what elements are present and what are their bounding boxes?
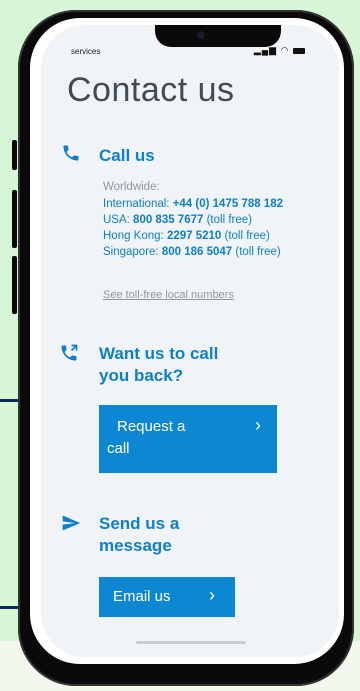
message-heading: Send us a message [99, 513, 179, 557]
chevron-right-icon: › [209, 585, 215, 605]
message-heading-line1: Send us a [99, 514, 180, 533]
message-heading-line2: message [99, 536, 172, 555]
phone-line-usa: USA: 800 835 7677 (toll free) [103, 213, 252, 228]
notch [155, 25, 281, 47]
callback-heading: Want us to call you back? [99, 343, 218, 387]
phone-line-prefix: International: [103, 198, 173, 210]
worldwide-label: Worldwide: [103, 181, 160, 193]
paper-plane-icon [61, 513, 81, 538]
email-us-label: Email us [113, 588, 171, 605]
phone-side-button [12, 256, 17, 314]
callback-heading-line2: you back? [99, 366, 184, 385]
phone-line-suffix: (toll free) [203, 214, 252, 226]
phone-number-hongkong[interactable]: 2297 5210 [167, 230, 221, 242]
phone-number-international[interactable]: +44 (0) 1475 788 182 [173, 198, 283, 210]
phone-line-singapore: Singapore: 800 186 5047 (toll free) [103, 245, 281, 260]
phone-icon [61, 143, 81, 168]
request-call-label-line2: call [107, 440, 130, 457]
phone-side-button [12, 140, 17, 170]
battery-icon [293, 47, 305, 54]
phone-line-prefix: Singapore: [103, 246, 162, 258]
phone-line-hongkong: Hong Kong: 2297 5210 (toll free) [103, 229, 270, 244]
chevron-right-icon: › [255, 415, 261, 435]
phone-side-button [12, 190, 17, 248]
wifi-icon: ◠ [280, 45, 290, 55]
phone-screen: services ▂▄▆ ◠ Contact us Call us Worldw… [41, 25, 339, 657]
phone-line-suffix: (toll free) [221, 230, 270, 242]
request-call-button[interactable]: Request a call › [99, 405, 277, 473]
status-services-label: services [71, 47, 101, 56]
phone-line-international: International: +44 (0) 1475 788 182 [103, 197, 283, 212]
call-us-heading: Call us [99, 146, 155, 165]
request-call-label-line1: Request a [117, 418, 186, 435]
phone-number-usa[interactable]: 800 835 7677 [133, 214, 203, 226]
email-us-button[interactable]: Email us › [99, 577, 235, 617]
signal-icon: ▂▄▆ [253, 45, 278, 55]
phone-callback-icon [59, 343, 79, 368]
phone-number-singapore[interactable]: 800 186 5047 [162, 246, 232, 258]
callback-heading-line1: Want us to call [99, 344, 219, 363]
home-indicator [136, 641, 246, 644]
toll-free-local-numbers-link[interactable]: See toll-free local numbers [103, 289, 234, 301]
phone-line-suffix: (toll free) [232, 246, 281, 258]
page-title: Contact us [67, 71, 235, 109]
phone-line-prefix: Hong Kong: [103, 230, 167, 242]
status-icons: ▂▄▆ ◠ [254, 45, 305, 56]
phone-line-prefix: USA: [103, 214, 134, 226]
